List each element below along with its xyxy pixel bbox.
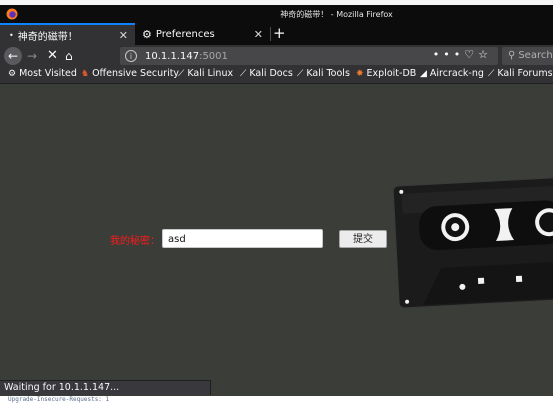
bookmarks-toolbar: ⚙ Most Visited ♞ Offensive Security ⟋ Kali …	[0, 67, 553, 84]
secret-input[interactable]: asd	[162, 229, 323, 248]
home-button[interactable]: ⌂	[65, 47, 73, 65]
aircrack-icon: ◢	[420, 69, 427, 79]
page-actions-icon[interactable]: •••	[433, 48, 464, 61]
search-bar[interactable]: ⚲ Search	[502, 47, 553, 65]
offsec-icon: ♞	[81, 69, 90, 79]
status-bar: Waiting for 10.1.1.147...	[0, 380, 211, 395]
kali-icon: ⟋	[297, 69, 304, 79]
url-actions: •••♡☆	[433, 48, 492, 61]
forward-button[interactable]: →	[27, 47, 37, 65]
navigation-toolbar: ← → ✕ ⌂ i 10.1.1.147:5001 •••♡☆ ⚲ Search	[0, 45, 553, 67]
bookmark-offensive-security[interactable]: ♞ Offensive Security	[81, 68, 179, 79]
kali-icon: ⟋	[240, 69, 247, 79]
cassette-tape-image	[392, 176, 553, 309]
bookmark-kali-forums[interactable]: ⟋ Kali Forums	[488, 68, 553, 79]
url-bar[interactable]: i 10.1.1.147:5001 •••♡☆	[120, 47, 498, 65]
tab-preferences[interactable]: ⚙ Preferences ✕	[137, 23, 270, 45]
stop-button[interactable]: ✕	[47, 47, 58, 65]
search-icon: ⚲	[508, 50, 516, 61]
secret-label: 我的秘密：	[110, 236, 160, 247]
tab-label: Preferences	[155, 28, 215, 40]
bookmark-kali-docs[interactable]: ⟋ Kali Docs	[240, 68, 293, 79]
kali-icon: ⟋	[488, 69, 495, 79]
bookmark-most-visited[interactable]: ⚙ Most Visited	[8, 68, 77, 79]
search-placeholder: Search	[518, 50, 553, 61]
gear-icon: ⚙	[142, 27, 152, 41]
url-text[interactable]: 10.1.1.147:5001	[145, 51, 228, 62]
page-content: 我的秘密： asd 提交	[0, 84, 553, 396]
window-title: 神奇的磁带！ - Mozilla Firefox	[280, 10, 393, 19]
gear-icon: ⚙	[8, 69, 17, 79]
back-button[interactable]: ←	[4, 47, 22, 65]
new-tab-button[interactable]: +	[273, 24, 286, 42]
info-icon[interactable]: i	[125, 50, 137, 62]
close-icon[interactable]: ✕	[254, 28, 263, 41]
kali-icon: ⟋	[178, 69, 185, 79]
pocket-icon[interactable]: ♡	[464, 48, 478, 61]
bookmark-star-icon[interactable]: ☆	[478, 48, 492, 61]
close-icon[interactable]: ✕	[119, 29, 128, 42]
submit-button[interactable]: 提交	[339, 230, 387, 248]
title-bar: 神奇的磁带！ - Mozilla Firefox	[0, 5, 553, 23]
exploitdb-icon: ✸	[356, 69, 364, 79]
tab-label: 神奇的磁带！	[17, 31, 78, 43]
firefox-window: 神奇的磁带！ - Mozilla Firefox • 神奇的磁带！ ✕ ⚙ Pr…	[0, 0, 553, 396]
tab-strip: • 神奇的磁带！ ✕ ⚙ Preferences ✕ +	[0, 23, 553, 45]
bookmark-kali-tools[interactable]: ⟋ Kali Tools	[297, 68, 350, 79]
bookmark-exploit-db[interactable]: ✸ Exploit-DB	[356, 68, 416, 79]
tab-separator	[270, 27, 271, 41]
bookmark-aircrack-ng[interactable]: ◢ Aircrack-ng	[420, 68, 484, 79]
bookmark-kali-linux[interactable]: ⟋ Kali Linux	[178, 68, 233, 79]
tab-active[interactable]: • 神奇的磁带！ ✕	[0, 23, 135, 45]
dot-icon: •	[9, 30, 14, 40]
